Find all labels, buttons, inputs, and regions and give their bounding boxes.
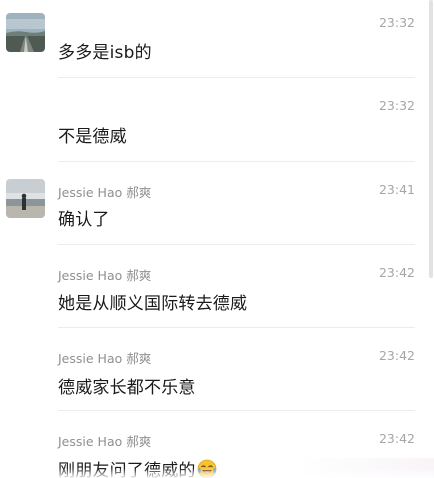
chat-message[interactable]: Jessie Hao 郝爽 23:42 她是从顺义国际转去德威 — [0, 245, 434, 328]
scrollbar[interactable] — [429, 0, 433, 278]
sender-name[interactable]: Jessie Hao 郝爽 — [58, 431, 151, 450]
message-timestamp: 23:42 — [378, 431, 415, 446]
chat-history-view: 23:32 多多是isb的 23:32 不是德威 Jessie Hao 郝爽 2… — [0, 0, 434, 478]
message-timestamp: 23:41 — [378, 182, 415, 197]
sender-name[interactable]: Jessie Hao 郝爽 — [58, 265, 151, 284]
chat-message[interactable]: Jessie Hao 郝爽 23:42 德威家长都不乐意 — [0, 328, 434, 411]
landscape-road-avatar[interactable] — [6, 13, 45, 52]
beach-person-avatar[interactable] — [6, 179, 45, 218]
message-timestamp: 23:42 — [378, 348, 415, 363]
message-text: 不是德威 — [58, 127, 127, 147]
sender-name[interactable]: Jessie Hao 郝爽 — [58, 182, 151, 201]
sender-name[interactable]: Jessie Hao 郝爽 — [58, 348, 151, 367]
bottom-fade — [0, 468, 434, 478]
chat-message[interactable]: 23:32 不是德威 — [0, 78, 434, 162]
chat-message[interactable]: 23:32 多多是isb的 — [0, 0, 434, 78]
message-timestamp: 23:32 — [378, 98, 415, 113]
message-text: 多多是isb的 — [58, 43, 152, 63]
message-timestamp: 23:32 — [378, 15, 415, 30]
chat-message[interactable]: Jessie Hao 郝爽 23:41 确认了 — [0, 162, 434, 245]
message-text: 确认了 — [58, 210, 110, 230]
message-timestamp: 23:42 — [378, 265, 415, 280]
message-text: 德威家长都不乐意 — [58, 378, 196, 398]
message-text: 她是从顺义国际转去德威 — [58, 294, 248, 314]
